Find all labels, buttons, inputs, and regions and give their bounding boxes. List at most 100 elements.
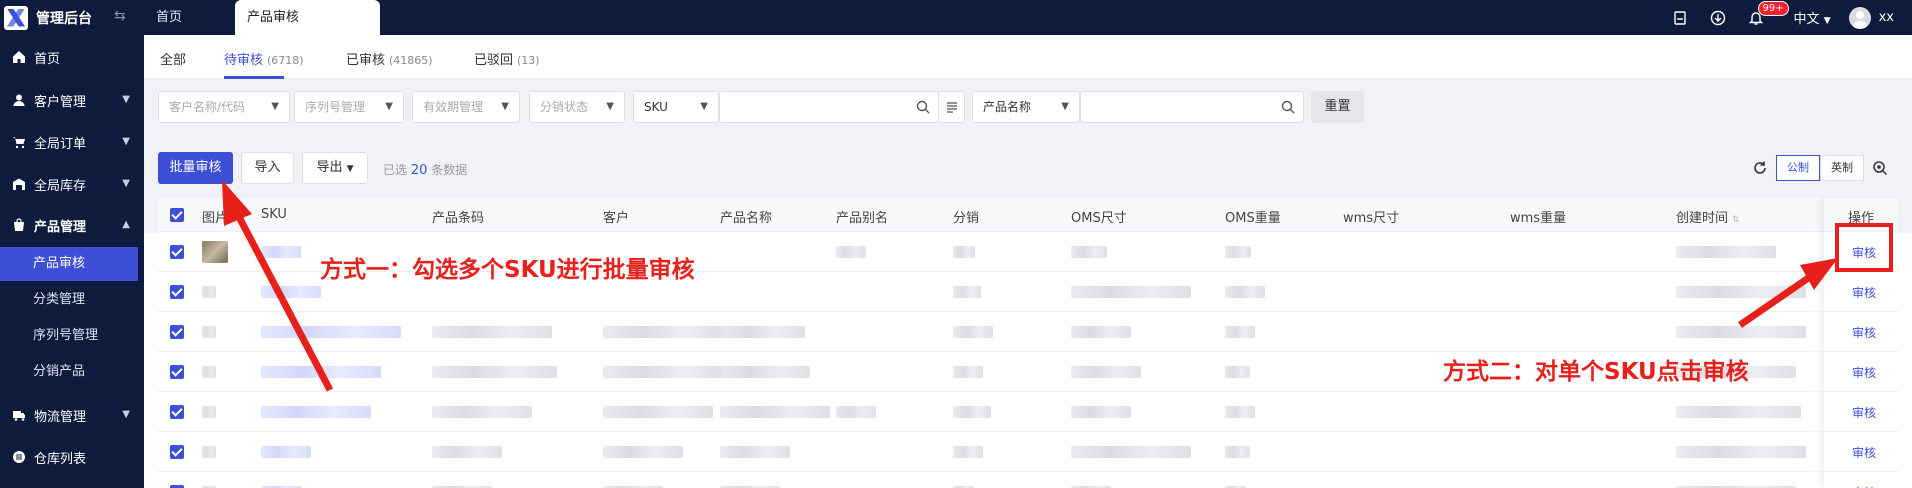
refresh-icon[interactable] — [1752, 160, 1768, 176]
review-link[interactable]: 审核 — [1852, 484, 1876, 488]
tab-product-review[interactable]: 产品审核 — [235, 0, 380, 35]
tab-all[interactable]: 全部 — [160, 49, 186, 68]
language-select[interactable]: 中文 ▼ — [1794, 8, 1831, 27]
redacted-cell — [953, 286, 981, 298]
unit-imperial-button[interactable]: 英制 — [1820, 155, 1864, 181]
tab-rejected[interactable]: 已驳回 (13) — [474, 49, 540, 68]
sidebar-item-products[interactable]: 产品管理 ▲ — [0, 207, 144, 243]
chevron-down-icon: ▼ — [346, 164, 354, 174]
row-checkbox[interactable] — [170, 405, 184, 419]
export-button[interactable]: 导出 ▼ — [302, 152, 368, 184]
column-header[interactable]: 创建时间 ⇅ — [1676, 207, 1740, 226]
tab-pending[interactable]: 待审核 (6718) — [224, 49, 304, 68]
product-thumbnail — [202, 286, 216, 298]
redacted-cell — [261, 406, 371, 418]
redacted-cell — [1676, 406, 1801, 418]
validity-select[interactable]: 有效期管理 ▼ — [412, 91, 520, 123]
redacted-cell — [1071, 326, 1131, 338]
redacted-cell — [1676, 246, 1776, 258]
distribution-select[interactable]: 分销状态 ▼ — [529, 91, 625, 123]
sidebar-subitem-category[interactable]: 分类管理 — [0, 283, 144, 317]
sku-search-input[interactable] — [719, 91, 939, 123]
avatar[interactable] — [1848, 6, 1871, 29]
app-title: 管理后台 — [36, 10, 92, 27]
select-all-checkbox[interactable] — [170, 208, 184, 222]
redacted-cell — [432, 406, 532, 418]
selection-prefix: 已选 — [383, 163, 408, 177]
row-checkbox[interactable] — [170, 285, 184, 299]
tab-label: 待审核 — [224, 53, 264, 68]
review-link[interactable]: 审核 — [1852, 364, 1876, 381]
tab-approved[interactable]: 已审核 (41865) — [346, 49, 433, 68]
product-name-search-input[interactable] — [1080, 91, 1304, 123]
notification-badge: 99+ — [1757, 1, 1789, 16]
redacted-cell — [1071, 246, 1107, 258]
chevron-down-icon: ▼ — [1823, 16, 1831, 26]
redacted-cell — [720, 406, 830, 418]
batch-input-button[interactable] — [939, 91, 965, 123]
serial-select[interactable]: 序列号管理 ▼ — [294, 91, 404, 123]
product-table: 图片 SKU 产品条码 客户 产品名称 产品别名 分销 OMS尺寸 OMS重量 … — [158, 198, 1898, 488]
product-name-field-select[interactable]: 产品名称 ▼ — [972, 91, 1080, 123]
tab-home[interactable]: 首页 — [156, 0, 182, 35]
customer-select[interactable]: 客户名称/代码 ▼ — [158, 91, 290, 123]
download-icon[interactable] — [1704, 0, 1732, 35]
sidebar-item-warehouses[interactable]: 仓库列表 — [0, 439, 144, 475]
redacted-cell — [1225, 286, 1265, 298]
product-name-field-label: 产品名称 — [983, 100, 1032, 114]
top-bar: 管理后台 ⇆ 首页 产品审核 99+ 中文 ▼ xx — [0, 0, 1912, 35]
column-settings-icon[interactable] — [1872, 160, 1888, 176]
list-icon — [947, 102, 957, 113]
review-link[interactable]: 审核 — [1852, 444, 1876, 461]
batch-review-button[interactable]: 批量审核 — [158, 152, 233, 184]
table-row[interactable]: 审核 — [158, 432, 1898, 472]
redacted-cell — [1225, 446, 1250, 458]
review-link[interactable]: 审核 — [1852, 284, 1876, 301]
chevron-down-icon: ▼ — [1061, 101, 1069, 112]
sidebar-item-home[interactable]: 首页 — [0, 39, 144, 75]
chevron-down-icon: ▼ — [122, 178, 130, 189]
chevron-down-icon: ▼ — [501, 101, 509, 112]
sidebar-subitem-product-review[interactable]: 产品审核 — [0, 247, 138, 281]
customer-select-placeholder: 客户名称/代码 — [169, 100, 246, 114]
username[interactable]: xx — [1879, 10, 1894, 25]
row-checkbox[interactable] — [170, 245, 184, 259]
selection-suffix: 条数据 — [431, 163, 468, 177]
redacted-cell — [1676, 326, 1806, 338]
tab-count: (13) — [517, 54, 540, 67]
export-label: 导出 — [316, 160, 343, 175]
column-header: 产品名称 — [720, 211, 773, 226]
sidebar-item-label: 产品管理 — [34, 219, 87, 235]
chevron-down-icon: ▼ — [385, 101, 393, 112]
sidebar-item-orders[interactable]: 全局订单 ▼ — [0, 124, 144, 160]
table-row[interactable]: 审核 — [158, 472, 1898, 488]
redacted-cell — [261, 286, 321, 298]
import-button[interactable]: 导入 — [241, 152, 294, 184]
sidebar-subitem-serial[interactable]: 序列号管理 — [0, 319, 144, 353]
row-checkbox[interactable] — [170, 365, 184, 379]
review-link[interactable]: 审核 — [1852, 404, 1876, 421]
chevron-down-icon: ▼ — [122, 136, 130, 147]
bell-icon[interactable]: 99+ — [1742, 0, 1789, 35]
search-icon[interactable] — [1281, 100, 1295, 114]
list-icon — [12, 450, 26, 464]
sku-field-select[interactable]: SKU ▼ — [633, 91, 719, 123]
review-link[interactable]: 审核 — [1852, 324, 1876, 341]
reset-button[interactable]: 重置 — [1311, 91, 1364, 123]
app-logo[interactable]: 管理后台 — [0, 0, 118, 35]
unit-metric-button[interactable]: 公制 — [1776, 155, 1820, 181]
column-header: SKU — [261, 207, 287, 222]
chevron-down-icon: ▼ — [122, 409, 130, 420]
table-row[interactable]: 审核 — [158, 312, 1898, 352]
row-checkbox[interactable] — [170, 445, 184, 459]
collapse-menu-icon[interactable]: ⇆ — [114, 8, 126, 24]
table-row[interactable]: 审核 — [158, 392, 1898, 432]
search-icon[interactable] — [916, 100, 930, 114]
task-icon[interactable] — [1666, 0, 1694, 35]
sidebar-item-customers[interactable]: 客户管理 ▼ — [0, 82, 144, 118]
sidebar-item-inventory[interactable]: 全局库存 ▼ — [0, 166, 144, 202]
sidebar-subitem-distribution[interactable]: 分销产品 — [0, 355, 144, 389]
row-checkbox[interactable] — [170, 325, 184, 339]
sidebar-item-logistics[interactable]: 物流管理 ▼ — [0, 397, 144, 433]
serial-select-placeholder: 序列号管理 — [305, 100, 366, 114]
